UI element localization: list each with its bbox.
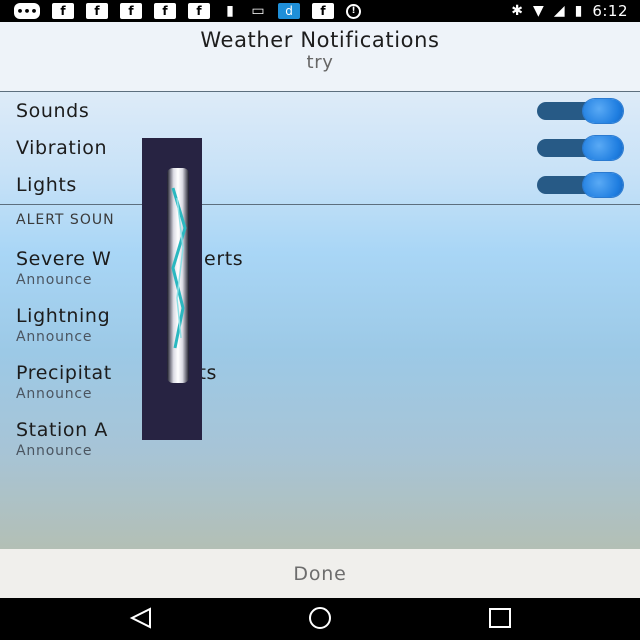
lights-label: Lights xyxy=(16,173,77,196)
alert-circle-icon: ! xyxy=(346,3,361,19)
alert-title: Precipitat Alerts xyxy=(16,362,218,384)
keyhole-icon: ▮ xyxy=(226,3,234,19)
alert-item-severe-weather[interactable]: Severe W her Alerts Announce xyxy=(16,246,616,288)
alert-subtitle: Announce xyxy=(16,272,93,288)
dictionary-icon: d xyxy=(278,3,300,19)
lights-switch[interactable] xyxy=(537,173,625,197)
dialog-header: Weather Notifications try xyxy=(0,22,640,92)
recent-apps-icon[interactable] xyxy=(485,606,515,630)
back-icon[interactable] xyxy=(126,606,156,630)
wifi-icon: ▼ xyxy=(533,3,544,19)
switch-thumb[interactable] xyxy=(583,173,623,197)
messages-icon: ••• xyxy=(14,3,40,19)
dialog-subtitle: try xyxy=(306,52,334,73)
alert-title: Station A xyxy=(16,419,108,441)
phone-screen: ••• f f f f f ▮ ▭ d f ! ✱ ▼ ◢ ▮ 6:12 Wea… xyxy=(0,0,640,640)
alert-subtitle: Announce xyxy=(16,329,93,345)
facebook-icon: f xyxy=(52,3,74,19)
sounds-switch[interactable] xyxy=(537,99,625,123)
signal-icon: ◢ xyxy=(553,3,565,19)
section-header-alert-sounds: ALERT SOUN xyxy=(16,212,115,228)
facebook-icon: f xyxy=(154,3,176,19)
navigation-bar xyxy=(0,598,640,640)
status-bar: ••• f f f f f ▮ ▭ d f ! ✱ ▼ ◢ ▮ 6:12 xyxy=(0,0,640,22)
alert-item-station[interactable]: Station A Announce xyxy=(16,417,616,459)
vibration-label: Vibration xyxy=(16,136,108,159)
battery-charging-icon: ▮ xyxy=(574,3,583,19)
bluetooth-icon: ✱ xyxy=(511,3,524,19)
facebook-icon: f xyxy=(312,3,334,19)
lightning-stripe-icon xyxy=(171,187,187,349)
done-label: Done xyxy=(293,562,347,585)
toggle-row-lights[interactable]: Lights xyxy=(0,166,640,203)
status-bar-system: ✱ ▼ ◢ ▮ 6:12 xyxy=(511,2,640,20)
sounds-label: Sounds xyxy=(16,99,90,122)
status-bar-notifications: ••• f f f f f ▮ ▭ d f ! xyxy=(0,3,361,19)
toggle-row-sounds[interactable]: Sounds xyxy=(0,92,640,129)
facebook-icon: f xyxy=(188,3,210,19)
notification-settings-dialog: Weather Notifications try Sounds Vibrati… xyxy=(0,22,640,549)
alert-subtitle: Announce xyxy=(16,386,93,402)
card-icon: ▭ xyxy=(251,3,265,19)
done-button[interactable]: Done xyxy=(0,549,640,598)
switch-thumb[interactable] xyxy=(583,99,623,123)
vibration-switch[interactable] xyxy=(537,136,625,160)
alert-item-lightning[interactable]: Lightning rts Announce xyxy=(16,303,616,345)
home-icon[interactable] xyxy=(305,606,335,630)
alert-subtitle: Announce xyxy=(16,443,93,459)
toggle-row-vibration[interactable]: Vibration xyxy=(0,129,640,166)
alert-item-precipitation[interactable]: Precipitat Alerts Announce xyxy=(16,360,616,402)
overlay-bar xyxy=(142,138,202,440)
alert-title: Lightning rts xyxy=(16,305,184,327)
switch-thumb[interactable] xyxy=(583,136,623,160)
dialog-title: Weather Notifications xyxy=(200,28,440,52)
alert-title: Severe W her Alerts xyxy=(16,248,244,270)
status-bar-time: 6:12 xyxy=(592,2,628,20)
facebook-icon: f xyxy=(120,3,142,19)
facebook-icon: f xyxy=(86,3,108,19)
divider xyxy=(0,204,640,205)
